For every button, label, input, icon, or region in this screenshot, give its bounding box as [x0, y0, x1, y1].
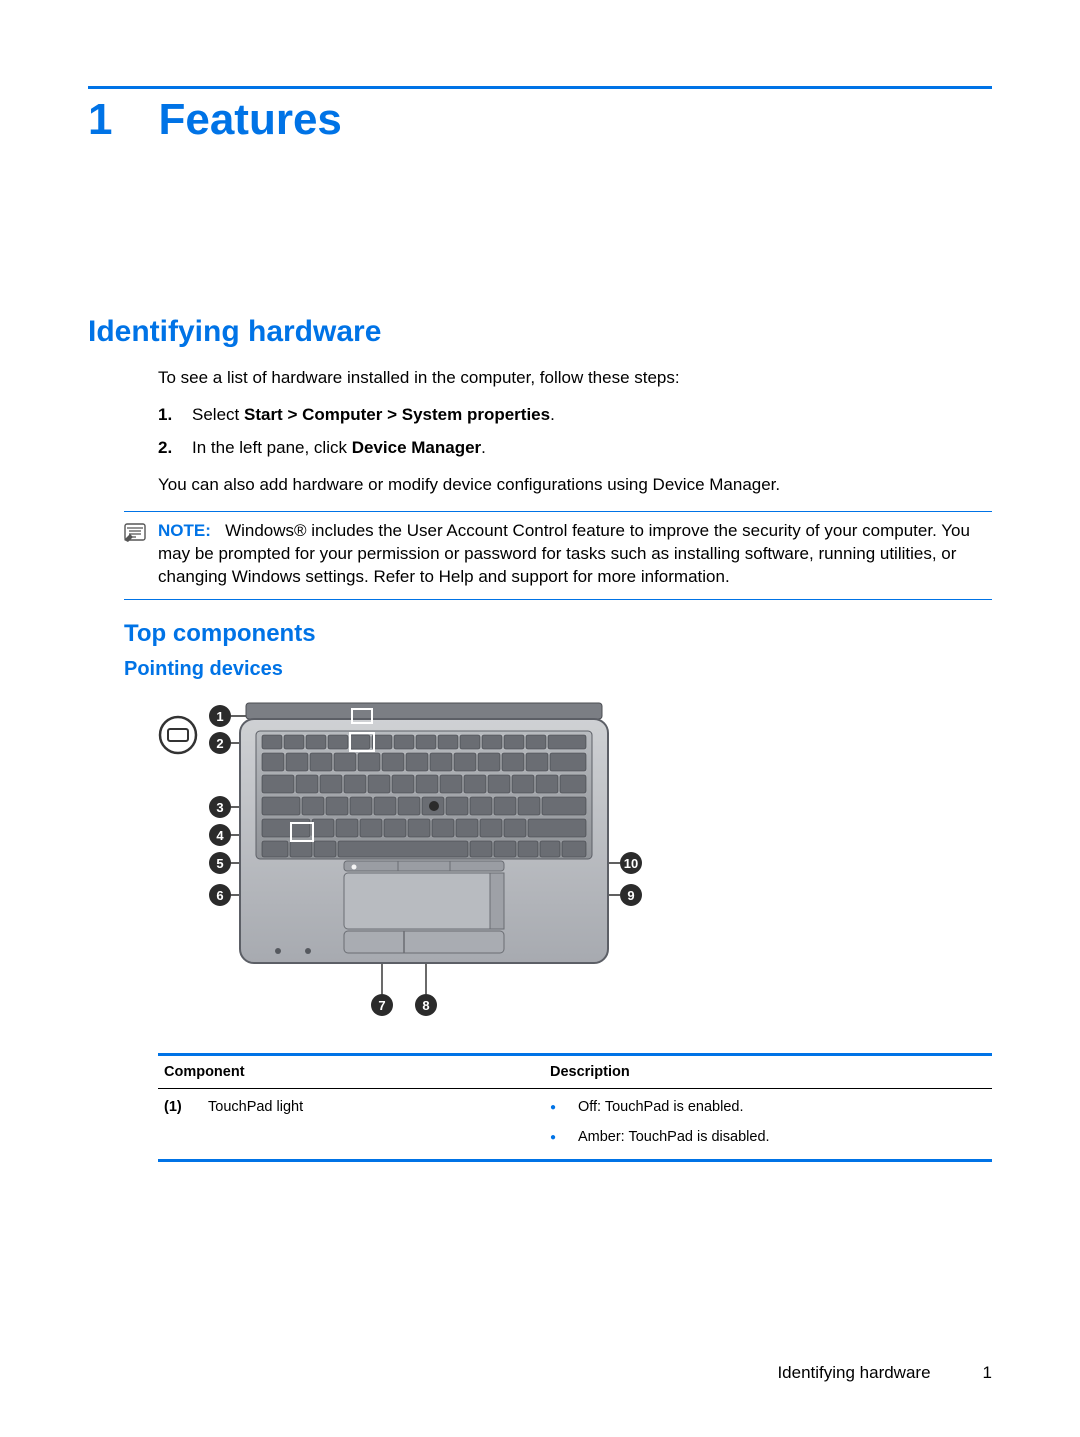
- svg-text:3: 3: [216, 800, 223, 815]
- step-number: 1.: [158, 404, 192, 427]
- cell-description: ●Off: TouchPad is enabled. ●Amber: Touch…: [550, 1099, 992, 1147]
- svg-text:4: 4: [216, 828, 224, 843]
- note-text: NOTE: Windows® includes the User Account…: [158, 520, 992, 589]
- intro-text: To see a list of hardware installed in t…: [158, 367, 992, 390]
- svg-text:6: 6: [216, 888, 223, 903]
- subsection-title: Top components: [124, 620, 992, 648]
- svg-text:10: 10: [624, 856, 638, 871]
- note-icon: [124, 520, 148, 589]
- col-description: Description: [550, 1064, 992, 1080]
- page-footer: Identifying hardware 1: [777, 1363, 992, 1383]
- svg-text:9: 9: [627, 888, 634, 903]
- note-label: NOTE:: [158, 521, 211, 540]
- chapter-title: Features: [158, 95, 341, 145]
- svg-text:5: 5: [216, 856, 223, 871]
- note-box: NOTE: Windows® includes the User Account…: [124, 511, 992, 600]
- component-name: TouchPad light: [208, 1099, 303, 1147]
- after-steps-text: You can also add hardware or modify devi…: [158, 474, 992, 497]
- step-2: 2. In the left pane, click Device Manage…: [158, 437, 992, 460]
- step-number: 2.: [158, 437, 192, 460]
- svg-text:8: 8: [422, 998, 429, 1013]
- top-rule: [88, 86, 992, 89]
- svg-text:7: 7: [378, 998, 385, 1013]
- row-index: (1): [164, 1099, 208, 1147]
- table-header: Component Description: [158, 1056, 992, 1088]
- steps-list: 1. Select Start > Computer > System prop…: [158, 404, 992, 460]
- footer-section: Identifying hardware: [777, 1363, 930, 1383]
- table-row: (1) TouchPad light ●Off: TouchPad is ena…: [158, 1089, 992, 1159]
- col-component: Component: [158, 1064, 550, 1080]
- step-1: 1. Select Start > Computer > System prop…: [158, 404, 992, 427]
- laptop-figure: 1 2 3 4 5 6 7 8 9 10: [158, 695, 678, 1035]
- chapter-number: 1: [88, 95, 112, 145]
- section-title: Identifying hardware: [88, 315, 992, 349]
- svg-text:2: 2: [216, 736, 223, 751]
- component-table: Component Description (1) TouchPad light…: [158, 1053, 992, 1162]
- step-text: Select Start > Computer > System propert…: [192, 404, 555, 427]
- chapter-heading: 1 Features: [88, 95, 992, 145]
- cell-component: (1) TouchPad light: [158, 1099, 550, 1147]
- svg-text:1: 1: [216, 709, 223, 724]
- footer-page: 1: [983, 1363, 992, 1383]
- step-text: In the left pane, click Device Manager.: [192, 437, 486, 460]
- subsubsection-title: Pointing devices: [124, 658, 992, 681]
